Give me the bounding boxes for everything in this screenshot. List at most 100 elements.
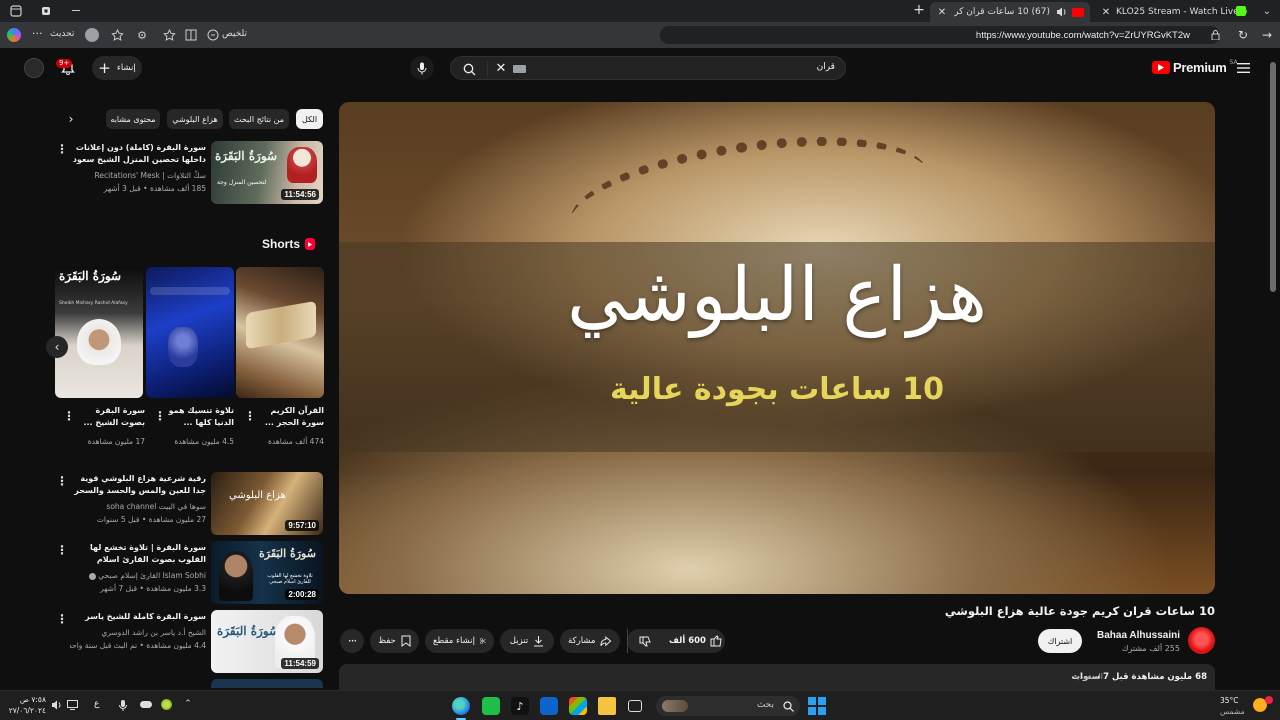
update-button[interactable]: تحديث [50,29,74,39]
rec-top-channel[interactable]: Recitations' Mesk | سكّ التلاوات [70,170,206,181]
scrollbar-thumb[interactable] [1270,62,1276,292]
show-hidden-icons-icon[interactable]: ⌃ [182,698,194,710]
tray-app-icon[interactable] [161,699,172,710]
speaker-icon[interactable] [1054,7,1068,17]
search-icon[interactable] [461,61,477,77]
split-screen-icon[interactable] [184,28,198,42]
more-options-icon[interactable]: ⋮ [56,474,68,488]
more-options-icon[interactable]: ⋮ [154,409,166,423]
rec-channel-3[interactable]: الشيخ أ.د ياسر بن راشد الدوسري [70,627,206,638]
video-player[interactable]: هزاع البلوشي 10 ساعات بجودة عالية [339,102,1215,594]
tiktok-icon[interactable]: ♪ [511,697,529,715]
more-options-icon[interactable]: ⋮ [56,612,68,626]
close-icon[interactable]: ✕ [1100,7,1112,18]
back-arrow-icon[interactable]: → [1260,28,1274,42]
reciter-portrait [219,551,253,601]
page-scrollbar[interactable] [1270,52,1276,688]
volume-icon[interactable] [50,699,62,711]
copilot-icon[interactable] [7,28,21,42]
create-button[interactable]: + إنشاء [92,56,142,80]
minimize-icon[interactable] [72,10,80,11]
short-thumbnail-2[interactable] [146,267,234,398]
chip-search-results[interactable]: من نتائج البحث [229,109,289,129]
tab-klo25-stream[interactable]: ✕ KLO25 Stream - Watch Live on Ki [1094,2,1254,22]
microphone-icon[interactable] [410,56,434,80]
rec-thumbnail-3[interactable]: سُورَةُ البَقَرَة 11:54:59 [211,610,323,673]
shorts-prev-arrow-icon[interactable]: ‹ [46,336,68,358]
edge-browser-icon[interactable] [452,697,470,715]
store-icon[interactable] [569,697,587,715]
chip-all[interactable]: الكل [296,109,323,129]
rec-top-title[interactable]: سورة البقرة (كاملة) دون إعلانات داخلها ت… [70,142,206,166]
more-options-icon[interactable]: ⋮ [56,142,68,156]
download-button[interactable]: تنزيل [500,629,554,653]
favorites-icon[interactable] [162,28,176,42]
more-actions-button[interactable]: ··· [340,629,364,653]
chip-hazza[interactable]: هزاع البلوشي [167,109,223,129]
short-thumbnail-1[interactable] [236,267,324,398]
search-input[interactable]: قران [817,62,835,72]
more-options-icon[interactable]: ⋮ [63,409,75,423]
rec-channel-2[interactable]: Islam Sobhi القارئ إسلام صبحي [70,570,206,581]
short-title-1[interactable]: القرآن الكريم سورة الحجر ... [254,405,324,429]
short-title-2[interactable]: تلاوة تنسيك همو الدنيا كلها ... [164,405,234,429]
profile-avatar[interactable] [85,28,99,42]
rec-title-3[interactable]: سورة البقرة كاملة للشيخ ياسر الدوسري [70,611,206,623]
microphone-tray-icon[interactable] [118,699,128,711]
hamburger-menu-icon[interactable] [1236,61,1250,75]
short-views-1: 474 ألف مشاهدة [267,437,324,446]
address-bar[interactable]: https://www.youtube.com/watch?v=ZrUYRGvK… [660,26,1220,44]
rec-title-1[interactable]: رقية شرعية هزاع البلوشي قوية جدا للعين و… [70,473,206,497]
like-button[interactable]: 600 ألف [666,629,725,653]
extensions-icon[interactable]: ⚙ [135,28,149,42]
display-icon[interactable] [66,699,78,711]
refresh-icon[interactable]: ↻ [1236,28,1250,42]
short-thumb-title: سُورَةُ البَقَرَة [59,269,122,283]
account-avatar[interactable] [24,58,44,78]
task-view-icon[interactable] [628,700,642,712]
subscribe-button[interactable]: اشتراك [1038,629,1082,653]
new-tab-icon[interactable]: + [913,2,925,18]
rec-thumbnail-2[interactable]: سُورَةُ البَقَرَة تلاوة تخشع لها القلوب … [211,541,323,604]
dislike-button[interactable] [627,629,661,653]
xbox-app-icon[interactable] [482,697,500,715]
description-box[interactable]: 68 مليون مشاهدة قبل 7 سنوات السعودية [339,664,1215,690]
chip-similar[interactable]: محتوى مشابه [106,109,160,129]
outlook-icon[interactable] [540,697,558,715]
weather-widget[interactable]: 35°C مشمس [1220,695,1254,717]
file-explorer-icon[interactable] [598,697,616,715]
search-box[interactable]: ✕ قران [450,56,846,80]
more-options-icon[interactable]: ⋮ [244,409,256,423]
rec-title-2[interactable]: سورة البقرة | تلاوة تخشع لها القلوب بصوت… [70,542,206,566]
rec-channel-1[interactable]: سوها في البيت soha channel [70,501,206,512]
tab-search-icon[interactable]: ⌄ [1261,5,1273,17]
more-menu-icon[interactable]: ··· [32,27,43,40]
rec-thumbnail-4[interactable] [211,679,323,688]
keyboard-icon[interactable] [513,65,526,73]
taskbar-search[interactable]: بحث [656,696,800,716]
language-indicator[interactable]: ع [94,699,99,709]
save-button[interactable]: حفظ [370,629,419,653]
more-options-icon[interactable]: ⋮ [56,543,68,557]
clip-button[interactable]: إنشاء مقطع [425,629,494,653]
clock[interactable]: ٧:٥٨ ص ٢٧/٠٦/٢٠٢٤ [6,694,46,716]
chips-prev-icon[interactable]: › [64,111,78,127]
app-menu-icon[interactable] [10,5,22,17]
collections-icon[interactable] [110,28,124,42]
channel-avatar[interactable] [1188,627,1215,654]
summarize-button[interactable]: تلخيص [222,29,247,39]
share-button[interactable]: مشاركة [560,629,620,653]
rec-thumbnail-1[interactable]: هزاع البلوشي 9:57:10 [211,472,323,535]
lock-icon[interactable] [1210,30,1220,40]
short-thumbnail-3[interactable]: سُورَةُ البَقَرَة Sheikh Mishary Rashid … [55,267,143,398]
close-icon[interactable]: ✕ [936,7,948,18]
rec-top-thumbnail[interactable]: سُورَةُ البَقَرَة لتحصين المنزل وجة 11:5… [211,141,323,204]
tab-actions-icon[interactable] [40,5,52,17]
onedrive-icon[interactable] [140,701,152,708]
youtube-logo[interactable]: Premium SA [1152,59,1238,75]
tab-quran-video[interactable]: ✕ (67) 10 ساعات قران كريم [930,2,1090,22]
short-title-3[interactable]: سورة البقرة بصوت الشيخ ... [75,405,145,429]
start-button-icon[interactable] [808,697,826,715]
clear-search-icon[interactable]: ✕ [493,60,509,76]
summarize-icon[interactable] [206,28,220,42]
